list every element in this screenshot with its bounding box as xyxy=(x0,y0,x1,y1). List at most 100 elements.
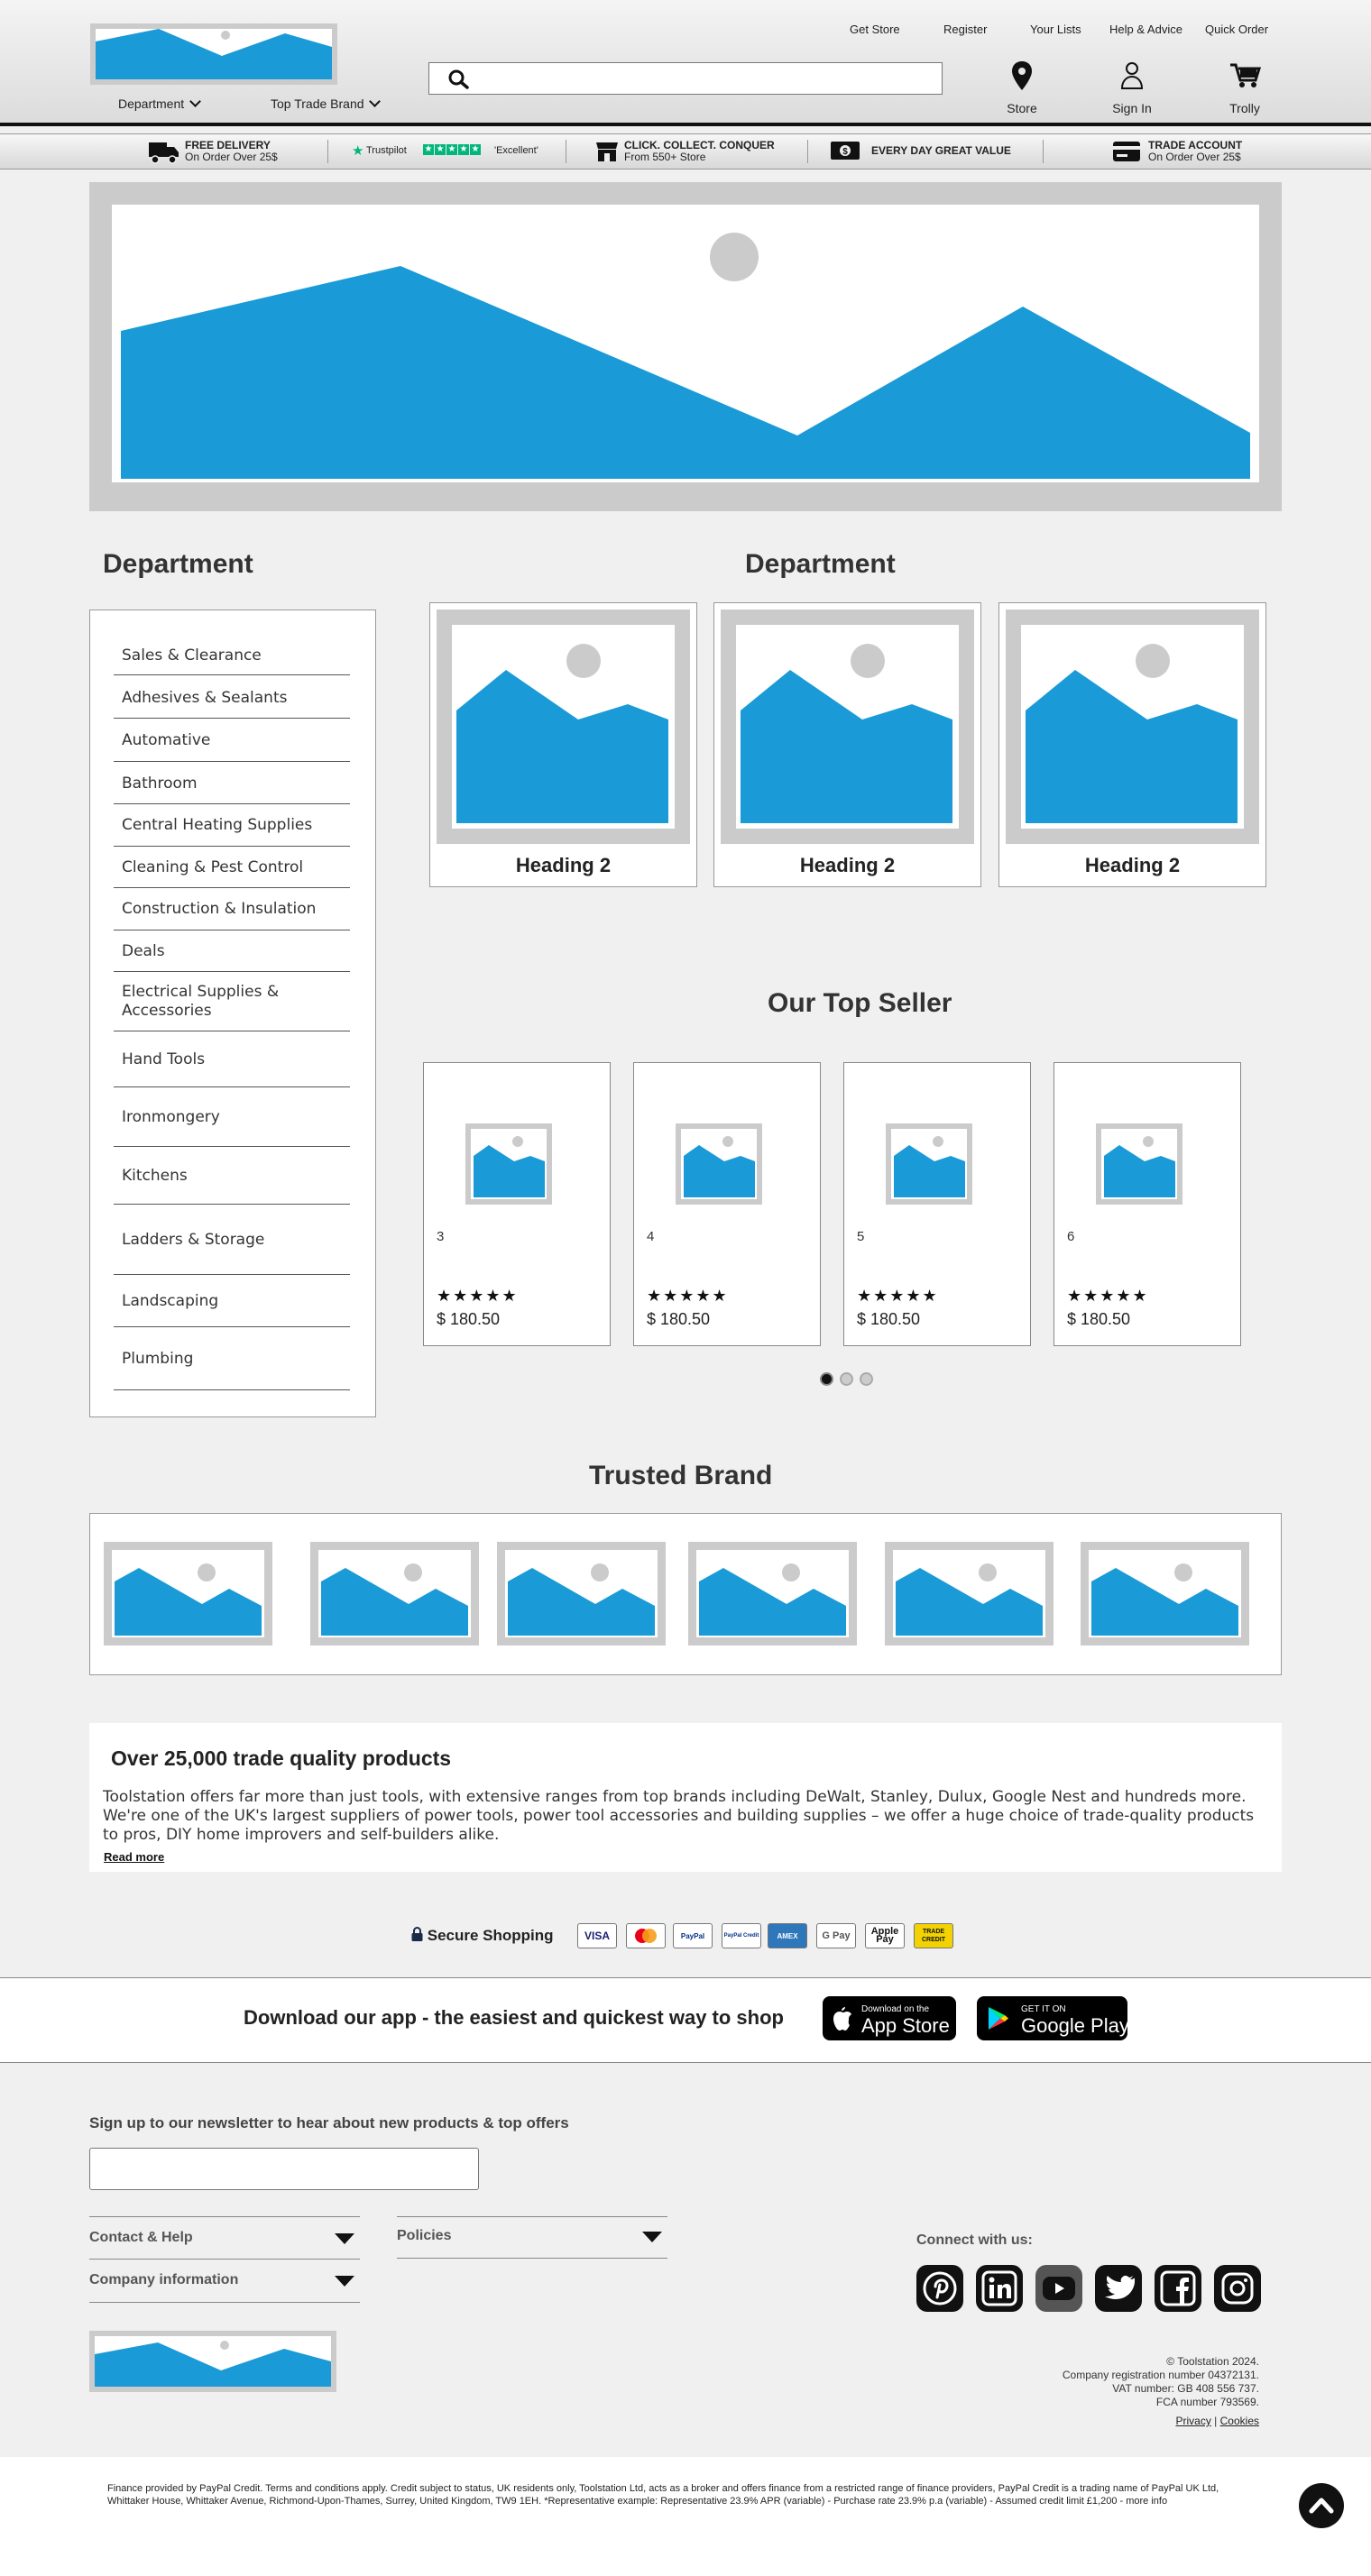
cookies-link[interactable]: Cookies xyxy=(1220,2415,1259,2427)
about-title: Over 25,000 trade quality products xyxy=(111,1746,452,1770)
brand-logo[interactable] xyxy=(688,1542,857,1646)
dept-deals[interactable]: Deals xyxy=(114,931,350,972)
product-image xyxy=(676,1123,762,1205)
chevron-down-icon xyxy=(189,96,201,107)
nav-department[interactable]: Department xyxy=(118,96,201,111)
privacy-link[interactable]: Privacy xyxy=(1175,2415,1210,2427)
usp-trade-account[interactable]: TRADE ACCOUNT On Order Over 25$ xyxy=(1112,139,1274,164)
dept-adhesives-sealants[interactable]: Adhesives & Sealants xyxy=(114,678,350,719)
featured-card[interactable]: Heading 2 xyxy=(429,602,697,887)
usp-divider xyxy=(807,140,808,163)
featured-card-image xyxy=(437,610,690,844)
map-pin-icon xyxy=(1011,61,1033,95)
dept-hand-tools[interactable]: Hand Tools xyxy=(114,1033,350,1087)
product-card[interactable]: 4 ★★★★★ $ 180.50 xyxy=(633,1062,821,1346)
usp-trustpilot[interactable]: ★ Trustpilot ★ ★ ★ ★ ★ 'Excellent' xyxy=(352,142,550,160)
search-icon[interactable] xyxy=(447,69,471,89)
search-bar xyxy=(428,62,943,95)
newsletter-email-field[interactable] xyxy=(89,2148,479,2190)
nav-department-label: Department xyxy=(118,96,185,111)
featured-card[interactable]: Heading 2 xyxy=(713,602,981,887)
app-store-button[interactable]: Download on the App Store xyxy=(823,1996,956,2040)
search-input[interactable] xyxy=(474,66,934,91)
accordion-company-info[interactable]: Company information xyxy=(89,2260,360,2303)
dept-bathroom[interactable]: Bathroom xyxy=(114,764,350,804)
facebook-icon[interactable] xyxy=(1155,2265,1201,2312)
apple-pay-icon: Apple Pay xyxy=(865,1923,905,1948)
dept-central-heating[interactable]: Central Heating Supplies xyxy=(114,805,350,847)
dept-ladders-storage[interactable]: Ladders & Storage xyxy=(114,1206,350,1275)
dept-electrical-supplies[interactable]: Electrical Supplies & Accessories xyxy=(114,973,350,1031)
accordion-policies[interactable]: Policies xyxy=(397,2216,667,2259)
brand-logo[interactable] xyxy=(104,1542,272,1646)
product-rating-stars: ★★★★★ xyxy=(1067,1287,1149,1305)
your-lists-link[interactable]: Your Lists xyxy=(1030,23,1081,36)
back-to-top-button[interactable] xyxy=(1299,2483,1344,2528)
brand-logo[interactable] xyxy=(1081,1542,1249,1646)
linkedin-icon[interactable] xyxy=(976,2265,1023,2312)
nav-top-trade-brand[interactable]: Top Trade Brand xyxy=(271,96,382,111)
finance-disclaimer-section xyxy=(0,2457,1371,2576)
dept-plumbing[interactable]: Plumbing xyxy=(114,1329,350,1390)
read-more-link[interactable]: Read more xyxy=(104,1850,164,1864)
help-advice-link[interactable]: Help & Advice xyxy=(1109,23,1182,36)
featured-card[interactable]: Heading 2 xyxy=(998,602,1266,887)
dept-ironmongery[interactable]: Ironmongery xyxy=(114,1089,350,1147)
product-price: $ 180.50 xyxy=(437,1310,501,1328)
caret-down-icon xyxy=(335,2233,354,2244)
product-card[interactable]: 3 ★★★★★ $ 180.50 xyxy=(423,1062,611,1346)
carousel-dot[interactable] xyxy=(820,1372,833,1386)
product-image xyxy=(886,1123,972,1205)
dept-construction-insulation[interactable]: Construction & Insulation xyxy=(114,889,350,930)
trade-credit-label: TRADE CREDIT xyxy=(921,1929,946,1943)
carousel-dot[interactable] xyxy=(860,1372,873,1386)
brand-logo[interactable] xyxy=(497,1542,666,1646)
trolley-label: Trolly xyxy=(1229,101,1260,115)
youtube-icon[interactable] xyxy=(1035,2265,1082,2312)
usp-divider xyxy=(1043,140,1044,163)
dept-kitchens[interactable]: Kitchens xyxy=(114,1149,350,1205)
link-divider: | xyxy=(1214,2415,1218,2427)
newsletter-label: Sign up to our newsletter to hear about … xyxy=(89,2114,569,2131)
sign-in-button[interactable]: Sign In xyxy=(1096,61,1168,117)
product-price: $ 180.50 xyxy=(647,1310,711,1328)
credit-card-icon xyxy=(1112,141,1141,167)
dept-cleaning-pest-control[interactable]: Cleaning & Pest Control xyxy=(114,848,350,888)
get-store-link[interactable]: Get Store xyxy=(850,23,900,36)
dept-automative[interactable]: Automative xyxy=(114,720,350,762)
hero-banner[interactable] xyxy=(89,182,1282,511)
dept-landscaping[interactable]: Landscaping xyxy=(114,1277,350,1327)
trolley-button[interactable]: Trolly xyxy=(1209,61,1281,117)
trustpilot-rating: 'Excellent' xyxy=(494,145,538,156)
apple-icon xyxy=(833,2006,852,2035)
app-download-text: Download our app - the easiest and quick… xyxy=(244,2006,784,2029)
product-card[interactable]: 6 ★★★★★ $ 180.50 xyxy=(1054,1062,1241,1346)
pinterest-icon[interactable] xyxy=(916,2265,963,2312)
instagram-icon[interactable] xyxy=(1214,2265,1261,2312)
copyright-text: © Toolstation 2024. xyxy=(1166,2355,1259,2368)
carousel-dot[interactable] xyxy=(840,1372,853,1386)
google-play-big: Google Play xyxy=(1021,2014,1129,2037)
register-link[interactable]: Register xyxy=(943,23,987,36)
dept-sales-clearance[interactable]: Sales & Clearance xyxy=(114,637,350,675)
site-logo[interactable] xyxy=(90,23,337,85)
brand-logo[interactable] xyxy=(885,1542,1054,1646)
quick-order-link[interactable]: Quick Order xyxy=(1205,23,1268,36)
google-pay-label: G Pay xyxy=(822,1930,851,1941)
google-play-button[interactable]: GET IT ON Google Play xyxy=(977,1996,1129,2040)
store-button[interactable]: Store xyxy=(986,61,1058,117)
accordion-contact-help[interactable]: Contact & Help xyxy=(89,2216,360,2260)
usp-free-delivery[interactable]: FREE DELIVERY On Order Over 25$ xyxy=(149,139,311,164)
usp-great-value[interactable]: $ EVERY DAY GREAT VALUE xyxy=(830,141,1028,162)
twitter-icon[interactable] xyxy=(1095,2265,1142,2312)
usp-click-collect[interactable]: CLICK. COLLECT. CONQUER From 550+ Store xyxy=(595,139,794,164)
paypal-label: PayPal xyxy=(680,1931,705,1940)
brand-logo[interactable] xyxy=(310,1542,479,1646)
amex-icon: AMEX xyxy=(768,1923,807,1948)
finance-disclaimer: Finance provided by PayPal Credit. Terms… xyxy=(107,2483,1219,2507)
footer-logo[interactable] xyxy=(89,2331,336,2392)
visa-icon: VISA xyxy=(577,1923,617,1948)
banknote-icon: $ xyxy=(830,141,860,165)
cart-icon xyxy=(1230,63,1262,93)
product-card[interactable]: 5 ★★★★★ $ 180.50 xyxy=(843,1062,1031,1346)
